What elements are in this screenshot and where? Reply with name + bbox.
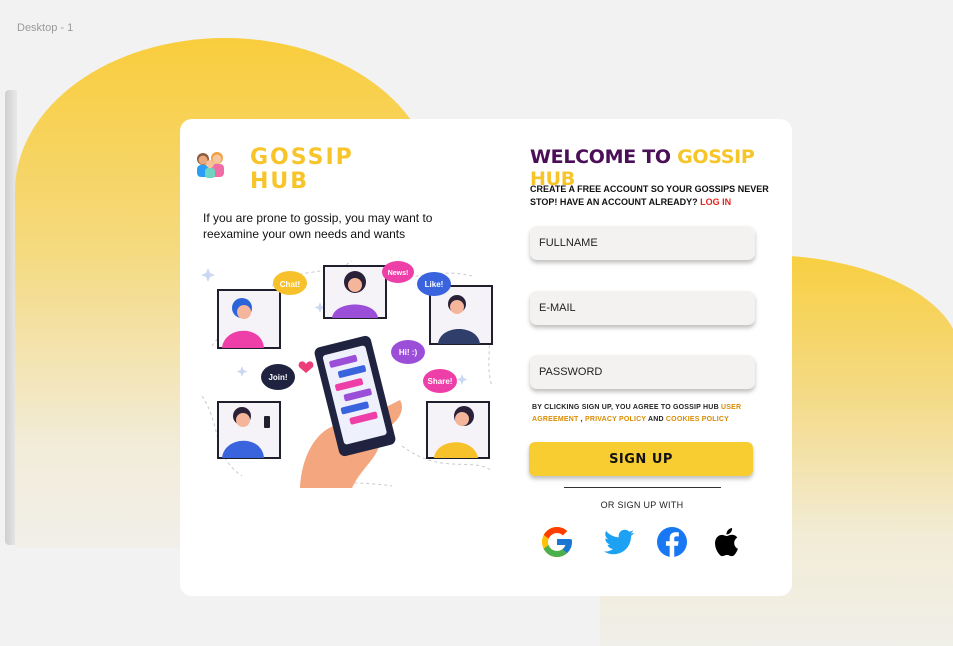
email-input[interactable] — [539, 302, 755, 314]
bubble-chat: Chat! — [280, 280, 300, 289]
or-signup-with: OR SIGN UP WITH — [600, 500, 684, 510]
brand-line1: GOSSIP — [250, 145, 354, 170]
cookies-policy-link[interactable]: COOKIES POLICY — [666, 416, 729, 423]
bubble-hi: Hi! :) — [399, 348, 418, 357]
terms-and: AND — [646, 416, 666, 423]
bubble-share: Share! — [428, 377, 453, 386]
privacy-policy-link[interactable]: PRIVACY POLICY — [585, 416, 646, 423]
tagline: If you are prone to gossip, you may want… — [203, 211, 433, 241]
terms-prefix: BY CLICKING SIGN UP, YOU AGREE TO GOSSIP… — [532, 404, 721, 411]
bubble-join: Join! — [268, 373, 287, 382]
apple-icon[interactable] — [709, 524, 745, 560]
logo-avatars-icon — [197, 152, 224, 178]
signup-button[interactable]: SIGN UP — [529, 442, 753, 476]
password-input[interactable] — [539, 366, 755, 378]
brand-line2: HUB — [250, 169, 310, 194]
fullname-input[interactable] — [539, 237, 755, 249]
password-field[interactable] — [530, 355, 755, 389]
welcome-part1: WELCOME TO — [530, 146, 678, 168]
brand-name: GOSSIP HUB — [250, 146, 354, 194]
signup-subtext: CREATE A FREE ACCOUNT SO YOUR GOSSIPS NE… — [530, 183, 770, 209]
google-icon[interactable] — [539, 524, 575, 560]
gossip-illustration: Chat! News! Like! Hi! :) Join! Share! — [202, 260, 493, 488]
bubble-like: Like! — [425, 280, 444, 289]
email-field[interactable] — [530, 291, 755, 325]
fullname-field[interactable] — [530, 226, 755, 260]
signup-card: GOSSIP HUB If you are prone to gossip, y… — [180, 119, 792, 596]
bubble-news: News! — [388, 270, 409, 277]
divider — [564, 487, 721, 488]
login-link[interactable]: LOG IN — [700, 197, 731, 207]
twitter-icon[interactable] — [601, 524, 637, 560]
frame-label: Desktop - 1 — [17, 22, 74, 34]
facebook-icon[interactable] — [654, 524, 690, 560]
subtext-body: CREATE A FREE ACCOUNT SO YOUR GOSSIPS NE… — [530, 184, 769, 207]
terms-text: BY CLICKING SIGN UP, YOU AGREE TO GOSSIP… — [532, 402, 762, 426]
